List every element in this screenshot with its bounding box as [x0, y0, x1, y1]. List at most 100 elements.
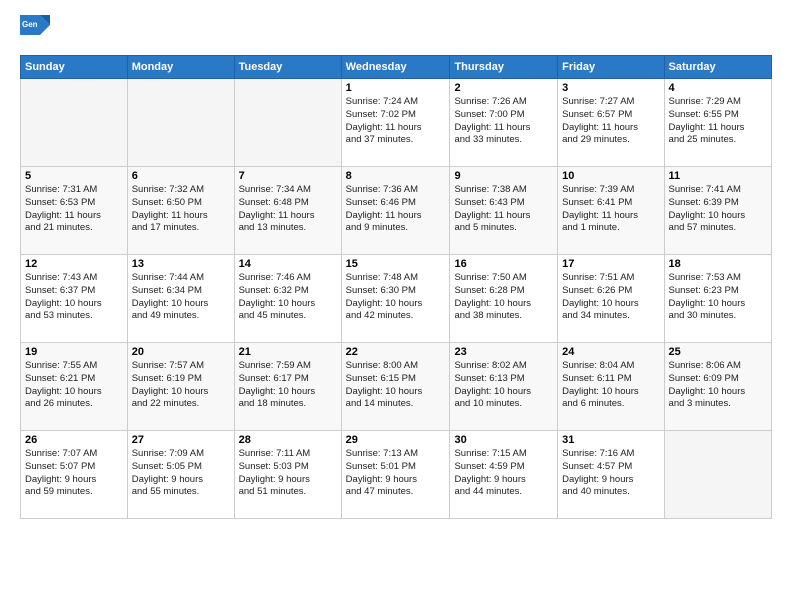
- calendar-cell: 14 Sunrise: 7:46 AM Sunset: 6:32 PM Dayli…: [234, 255, 341, 343]
- day-info: Sunrise: 7:27 AM Sunset: 6:57 PM Dayligh…: [562, 96, 659, 147]
- day-info: Sunrise: 7:39 AM Sunset: 6:41 PM Dayligh…: [562, 184, 659, 235]
- calendar-cell: 23Sunrise: 8:02 AM Sunset: 6:13 PM Dayli…: [450, 343, 558, 431]
- col-header-sunday: Sunday: [21, 56, 128, 79]
- day-number: 21: [239, 346, 337, 358]
- day-info: Sunrise: 7:38 AM Sunset: 6:43 PM Dayligh…: [454, 184, 553, 235]
- day-number: 9: [454, 170, 553, 182]
- day-info: Sunrise: 7:46 AM Sunset: 6:32 PM Dayligh…: [239, 272, 337, 323]
- day-number: 26: [25, 434, 123, 446]
- day-info: Sunrise: 8:04 AM Sunset: 6:11 PM Dayligh…: [562, 360, 659, 411]
- day-number: 12: [25, 258, 123, 270]
- day-number: 1: [346, 82, 446, 94]
- calendar-cell: 3 Sunrise: 7:27 AM Sunset: 6:57 PM Daylig…: [558, 79, 664, 167]
- page-header: Gen: [20, 15, 772, 45]
- day-info: Sunrise: 7:34 AM Sunset: 6:48 PM Dayligh…: [239, 184, 337, 235]
- day-info: Sunrise: 8:00 AM Sunset: 6:15 PM Dayligh…: [346, 360, 446, 411]
- calendar-cell: 18Sunrise: 7:53 AM Sunset: 6:23 PM Dayli…: [664, 255, 771, 343]
- col-header-saturday: Saturday: [664, 56, 771, 79]
- day-info: Sunrise: 7:31 AM Sunset: 6:53 PM Dayligh…: [25, 184, 123, 235]
- day-info: Sunrise: 7:55 AM Sunset: 6:21 PM Dayligh…: [25, 360, 123, 411]
- col-header-friday: Friday: [558, 56, 664, 79]
- day-info: Sunrise: 7:43 AM Sunset: 6:37 PM Dayligh…: [25, 272, 123, 323]
- calendar-cell: 13 Sunrise: 7:44 AM Sunset: 6:34 PM Dayli…: [127, 255, 234, 343]
- day-number: 2: [454, 82, 553, 94]
- calendar-cell: 6 Sunrise: 7:32 AM Sunset: 6:50 PM Daylig…: [127, 167, 234, 255]
- day-number: 22: [346, 346, 446, 358]
- calendar-cell: 7 Sunrise: 7:34 AM Sunset: 6:48 PM Daylig…: [234, 167, 341, 255]
- calendar-week-row: 26 Sunrise: 7:07 AM Sunset: 5:07 PM Dayli…: [21, 431, 772, 519]
- calendar-cell: 19 Sunrise: 7:55 AM Sunset: 6:21 PM Dayli…: [21, 343, 128, 431]
- calendar-cell: [21, 79, 128, 167]
- day-number: 5: [25, 170, 123, 182]
- calendar-cell: 31Sunrise: 7:16 AM Sunset: 4:57 PM Dayli…: [558, 431, 664, 519]
- day-number: 11: [669, 170, 767, 182]
- calendar-cell: 11 Sunrise: 7:41 AM Sunset: 6:39 PM Dayli…: [664, 167, 771, 255]
- day-info: Sunrise: 7:29 AM Sunset: 6:55 PM Dayligh…: [669, 96, 767, 147]
- day-number: 28: [239, 434, 337, 446]
- day-info: Sunrise: 7:44 AM Sunset: 6:34 PM Dayligh…: [132, 272, 230, 323]
- day-number: 19: [25, 346, 123, 358]
- day-number: 24: [562, 346, 659, 358]
- calendar-cell: 24 Sunrise: 8:04 AM Sunset: 6:11 PM Dayli…: [558, 343, 664, 431]
- calendar-cell: [664, 431, 771, 519]
- day-info: Sunrise: 7:07 AM Sunset: 5:07 PM Dayligh…: [25, 448, 123, 499]
- day-number: 14: [239, 258, 337, 270]
- calendar-cell: 16 Sunrise: 7:50 AM Sunset: 6:28 PM Dayli…: [450, 255, 558, 343]
- calendar-cell: [234, 79, 341, 167]
- calendar-cell: 1 Sunrise: 7:24 AM Sunset: 7:02 PM Daylig…: [341, 79, 450, 167]
- day-number: 7: [239, 170, 337, 182]
- col-header-tuesday: Tuesday: [234, 56, 341, 79]
- calendar-table: SundayMondayTuesdayWednesdayThursdayFrid…: [20, 55, 772, 519]
- calendar-cell: [127, 79, 234, 167]
- day-number: 13: [132, 258, 230, 270]
- day-number: 15: [346, 258, 446, 270]
- day-info: Sunrise: 8:06 AM Sunset: 6:09 PM Dayligh…: [669, 360, 767, 411]
- calendar-cell: 22 Sunrise: 8:00 AM Sunset: 6:15 PM Dayli…: [341, 343, 450, 431]
- calendar-cell: 20Sunrise: 7:57 AM Sunset: 6:19 PM Dayli…: [127, 343, 234, 431]
- day-info: Sunrise: 7:26 AM Sunset: 7:00 PM Dayligh…: [454, 96, 553, 147]
- day-info: Sunrise: 7:32 AM Sunset: 6:50 PM Dayligh…: [132, 184, 230, 235]
- day-info: Sunrise: 7:36 AM Sunset: 6:46 PM Dayligh…: [346, 184, 446, 235]
- svg-text:Gen: Gen: [22, 20, 38, 29]
- day-number: 8: [346, 170, 446, 182]
- day-info: Sunrise: 7:24 AM Sunset: 7:02 PM Dayligh…: [346, 96, 446, 147]
- calendar-cell: 10 Sunrise: 7:39 AM Sunset: 6:41 PM Dayli…: [558, 167, 664, 255]
- day-number: 30: [454, 434, 553, 446]
- calendar-cell: 5 Sunrise: 7:31 AM Sunset: 6:53 PM Daylig…: [21, 167, 128, 255]
- day-number: 29: [346, 434, 446, 446]
- calendar-week-row: 5 Sunrise: 7:31 AM Sunset: 6:53 PM Daylig…: [21, 167, 772, 255]
- day-info: Sunrise: 7:57 AM Sunset: 6:19 PM Dayligh…: [132, 360, 230, 411]
- col-header-wednesday: Wednesday: [341, 56, 450, 79]
- calendar-cell: 29 Sunrise: 7:13 AM Sunset: 5:01 PM Dayli…: [341, 431, 450, 519]
- day-number: 3: [562, 82, 659, 94]
- day-number: 6: [132, 170, 230, 182]
- day-info: Sunrise: 7:09 AM Sunset: 5:05 PM Dayligh…: [132, 448, 230, 499]
- day-number: 10: [562, 170, 659, 182]
- day-info: Sunrise: 7:13 AM Sunset: 5:01 PM Dayligh…: [346, 448, 446, 499]
- calendar-cell: 15Sunrise: 7:48 AM Sunset: 6:30 PM Dayli…: [341, 255, 450, 343]
- day-info: Sunrise: 7:59 AM Sunset: 6:17 PM Dayligh…: [239, 360, 337, 411]
- calendar-week-row: 1 Sunrise: 7:24 AM Sunset: 7:02 PM Daylig…: [21, 79, 772, 167]
- calendar-week-row: 19 Sunrise: 7:55 AM Sunset: 6:21 PM Dayli…: [21, 343, 772, 431]
- day-info: Sunrise: 7:16 AM Sunset: 4:57 PM Dayligh…: [562, 448, 659, 499]
- calendar-cell: 25Sunrise: 8:06 AM Sunset: 6:09 PM Dayli…: [664, 343, 771, 431]
- day-number: 4: [669, 82, 767, 94]
- col-header-thursday: Thursday: [450, 56, 558, 79]
- calendar-cell: 17 Sunrise: 7:51 AM Sunset: 6:26 PM Dayli…: [558, 255, 664, 343]
- logo: Gen: [20, 15, 54, 45]
- day-info: Sunrise: 7:50 AM Sunset: 6:28 PM Dayligh…: [454, 272, 553, 323]
- day-number: 17: [562, 258, 659, 270]
- calendar-cell: 21 Sunrise: 7:59 AM Sunset: 6:17 PM Dayli…: [234, 343, 341, 431]
- calendar-cell: 28Sunrise: 7:11 AM Sunset: 5:03 PM Dayli…: [234, 431, 341, 519]
- day-number: 23: [454, 346, 553, 358]
- calendar-cell: 12 Sunrise: 7:43 AM Sunset: 6:37 PM Dayli…: [21, 255, 128, 343]
- calendar-cell: 30Sunrise: 7:15 AM Sunset: 4:59 PM Dayli…: [450, 431, 558, 519]
- day-number: 27: [132, 434, 230, 446]
- day-info: Sunrise: 7:41 AM Sunset: 6:39 PM Dayligh…: [669, 184, 767, 235]
- calendar-week-row: 12 Sunrise: 7:43 AM Sunset: 6:37 PM Dayli…: [21, 255, 772, 343]
- day-info: Sunrise: 7:51 AM Sunset: 6:26 PM Dayligh…: [562, 272, 659, 323]
- day-number: 16: [454, 258, 553, 270]
- calendar-cell: 26 Sunrise: 7:07 AM Sunset: 5:07 PM Dayli…: [21, 431, 128, 519]
- calendar-cell: 2 Sunrise: 7:26 AM Sunset: 7:00 PM Daylig…: [450, 79, 558, 167]
- day-number: 18: [669, 258, 767, 270]
